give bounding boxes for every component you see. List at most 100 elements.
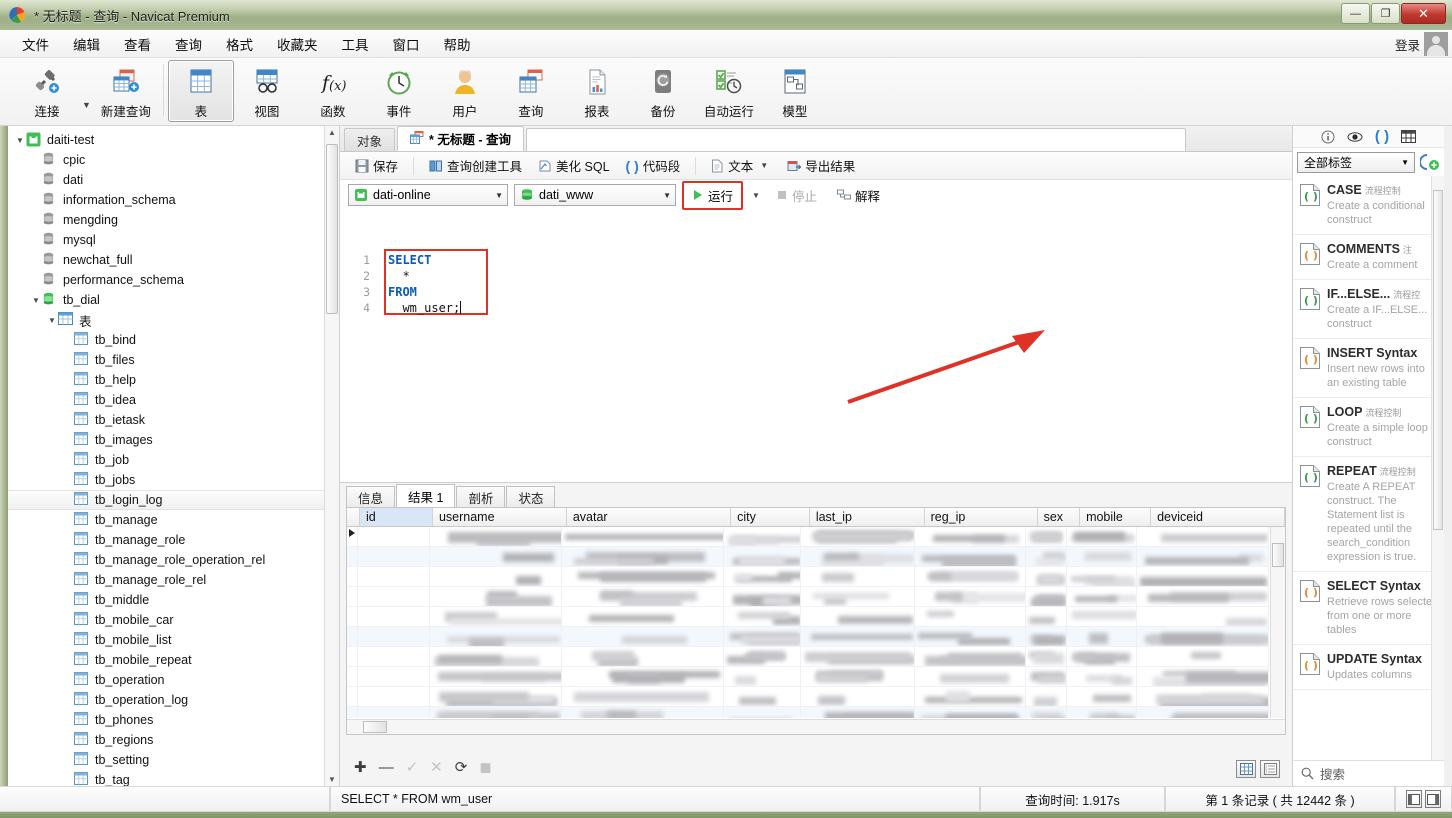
table-cell[interactable] (915, 687, 1026, 706)
menu-item-2[interactable]: 查看 (112, 31, 163, 57)
tree-node-tb_files[interactable]: tb_files (8, 350, 339, 370)
table-cell[interactable] (1137, 687, 1269, 706)
tree-node-tb_setting[interactable]: tb_setting (8, 750, 339, 770)
table-cell[interactable] (430, 667, 562, 686)
table-cell[interactable] (1026, 567, 1068, 586)
table-cell[interactable] (562, 607, 725, 626)
grid-column-header[interactable]: id (360, 508, 433, 526)
table-cell[interactable] (1026, 547, 1068, 566)
tree-node-newchat_full[interactable]: newchat_full (8, 250, 339, 270)
table-row[interactable] (347, 607, 1269, 627)
table-cell[interactable] (1067, 707, 1138, 718)
maximize-button[interactable]: ❐ (1371, 3, 1400, 24)
tree-node-cpic[interactable]: cpic (8, 150, 339, 170)
tree-node-tb_dial[interactable]: ▼ tb_dial (8, 290, 339, 310)
connection-select[interactable]: dati-online ▼ (348, 184, 508, 206)
table-cell[interactable] (724, 527, 802, 546)
layout-right-toggle[interactable] (1425, 790, 1441, 808)
table-cell[interactable] (358, 687, 431, 706)
tree-scrollbar[interactable]: ▲ ▼ (324, 126, 339, 786)
table-cell[interactable] (1067, 547, 1138, 566)
table-cell[interactable] (1026, 647, 1068, 666)
grid-icon[interactable] (1401, 130, 1417, 143)
eye-icon[interactable] (1347, 130, 1363, 144)
table-cell[interactable] (1137, 627, 1269, 646)
toolbar-button-user[interactable]: 用户 (432, 60, 498, 122)
table-cell[interactable] (358, 567, 431, 586)
table-cell[interactable] (1137, 707, 1269, 718)
toolbar-button-view[interactable]: 视图 (234, 60, 300, 122)
tree-node-tb_operation_log[interactable]: tb_operation_log (8, 690, 339, 710)
table-cell[interactable] (1026, 707, 1068, 718)
table-row[interactable] (347, 667, 1269, 687)
menu-item-1[interactable]: 编辑 (61, 31, 112, 57)
table-row[interactable] (347, 707, 1269, 718)
table-cell[interactable] (801, 567, 915, 586)
grid-vscroll-thumb[interactable] (1272, 543, 1284, 567)
tree-node-dati[interactable]: dati (8, 170, 339, 190)
table-cell[interactable] (915, 647, 1026, 666)
snippet-search-row[interactable]: 搜索 (1293, 760, 1444, 786)
table-cell[interactable] (1067, 587, 1138, 606)
grid-horizontal-scrollbar[interactable] (347, 719, 1285, 734)
snippet-item[interactable]: ( ) COMMENTS 注 Create a comment (1293, 235, 1444, 280)
tree-node-information_schema[interactable]: information_schema (8, 190, 339, 210)
tree-node-tb_images[interactable]: tb_images (8, 430, 339, 450)
table-cell[interactable] (430, 707, 562, 718)
grid-column-header[interactable]: city (731, 508, 810, 526)
grid-column-header[interactable]: deviceid (1151, 508, 1285, 526)
query-builder-button[interactable]: 查询创建工具 (422, 153, 529, 178)
grid-column-header[interactable]: last_ip (810, 508, 925, 526)
expand-arrow-icon[interactable]: ▼ (14, 136, 26, 145)
add-snippet-icon[interactable] (1420, 153, 1440, 171)
explain-button[interactable]: 解释 (830, 183, 887, 208)
table-cell[interactable] (430, 527, 562, 546)
table-cell[interactable] (358, 527, 431, 546)
toolbar-button-event-clock[interactable]: 事件 (366, 60, 432, 122)
add-row-button[interactable]: ✚ (354, 760, 367, 775)
grid-column-header[interactable]: username (433, 508, 567, 526)
table-cell[interactable] (1067, 687, 1138, 706)
snippet-item[interactable]: ( ) CASE 流程控制 Create a conditional construc… (1293, 176, 1444, 235)
table-cell[interactable] (358, 607, 431, 626)
toolbar-button-report[interactable]: 报表 (564, 60, 630, 122)
snippet-scrollbar[interactable] (1431, 176, 1444, 760)
tree-node-daiti-test[interactable]: ▼ daiti-test (8, 130, 339, 150)
table-cell[interactable] (562, 707, 725, 718)
editor-tab-0[interactable]: 对象 (344, 128, 396, 151)
table-cell[interactable] (1026, 587, 1068, 606)
table-cell[interactable] (724, 567, 802, 586)
table-cell[interactable] (358, 547, 431, 566)
table-cell[interactable] (358, 627, 431, 646)
table-cell[interactable] (430, 587, 562, 606)
table-row[interactable] (347, 627, 1269, 647)
database-select[interactable]: dati_www ▼ (514, 184, 676, 206)
table-row[interactable] (347, 547, 1269, 567)
table-cell[interactable] (1137, 547, 1269, 566)
tree-node-tb_bind[interactable]: tb_bind (8, 330, 339, 350)
tree-node-performance_schema[interactable]: performance_schema (8, 270, 339, 290)
table-cell[interactable] (915, 707, 1026, 718)
snippet-item[interactable]: ( ) UPDATE Syntax Updates columns (1293, 645, 1444, 690)
table-cell[interactable] (724, 607, 802, 626)
table-cell[interactable] (1067, 667, 1138, 686)
table-cell[interactable] (430, 627, 562, 646)
menu-item-6[interactable]: 工具 (330, 31, 381, 57)
beautify-sql-button[interactable]: 美化 SQL (531, 153, 617, 178)
table-cell[interactable] (915, 667, 1026, 686)
snippet-item[interactable]: ( ) INSERT Syntax Insert new rows into an … (1293, 339, 1444, 398)
table-cell[interactable] (915, 547, 1026, 566)
table-cell[interactable] (1026, 627, 1068, 646)
table-cell[interactable] (562, 527, 725, 546)
grid-vertical-scrollbar[interactable] (1270, 527, 1285, 718)
tree-node-mysql[interactable]: mysql (8, 230, 339, 250)
table-cell[interactable] (1067, 527, 1138, 546)
expand-arrow-icon[interactable]: ▼ (30, 296, 42, 305)
table-cell[interactable] (1067, 627, 1138, 646)
layout-left-toggle[interactable] (1406, 790, 1422, 808)
table-cell[interactable] (1137, 667, 1269, 686)
sql-text[interactable]: SELECT * FROM wm_user; (388, 252, 462, 316)
chevron-down-icon[interactable]: ▼ (495, 191, 503, 200)
tree-node-tb_manage_role_operation_rel[interactable]: tb_manage_role_operation_rel (8, 550, 339, 570)
table-cell[interactable] (358, 707, 431, 718)
